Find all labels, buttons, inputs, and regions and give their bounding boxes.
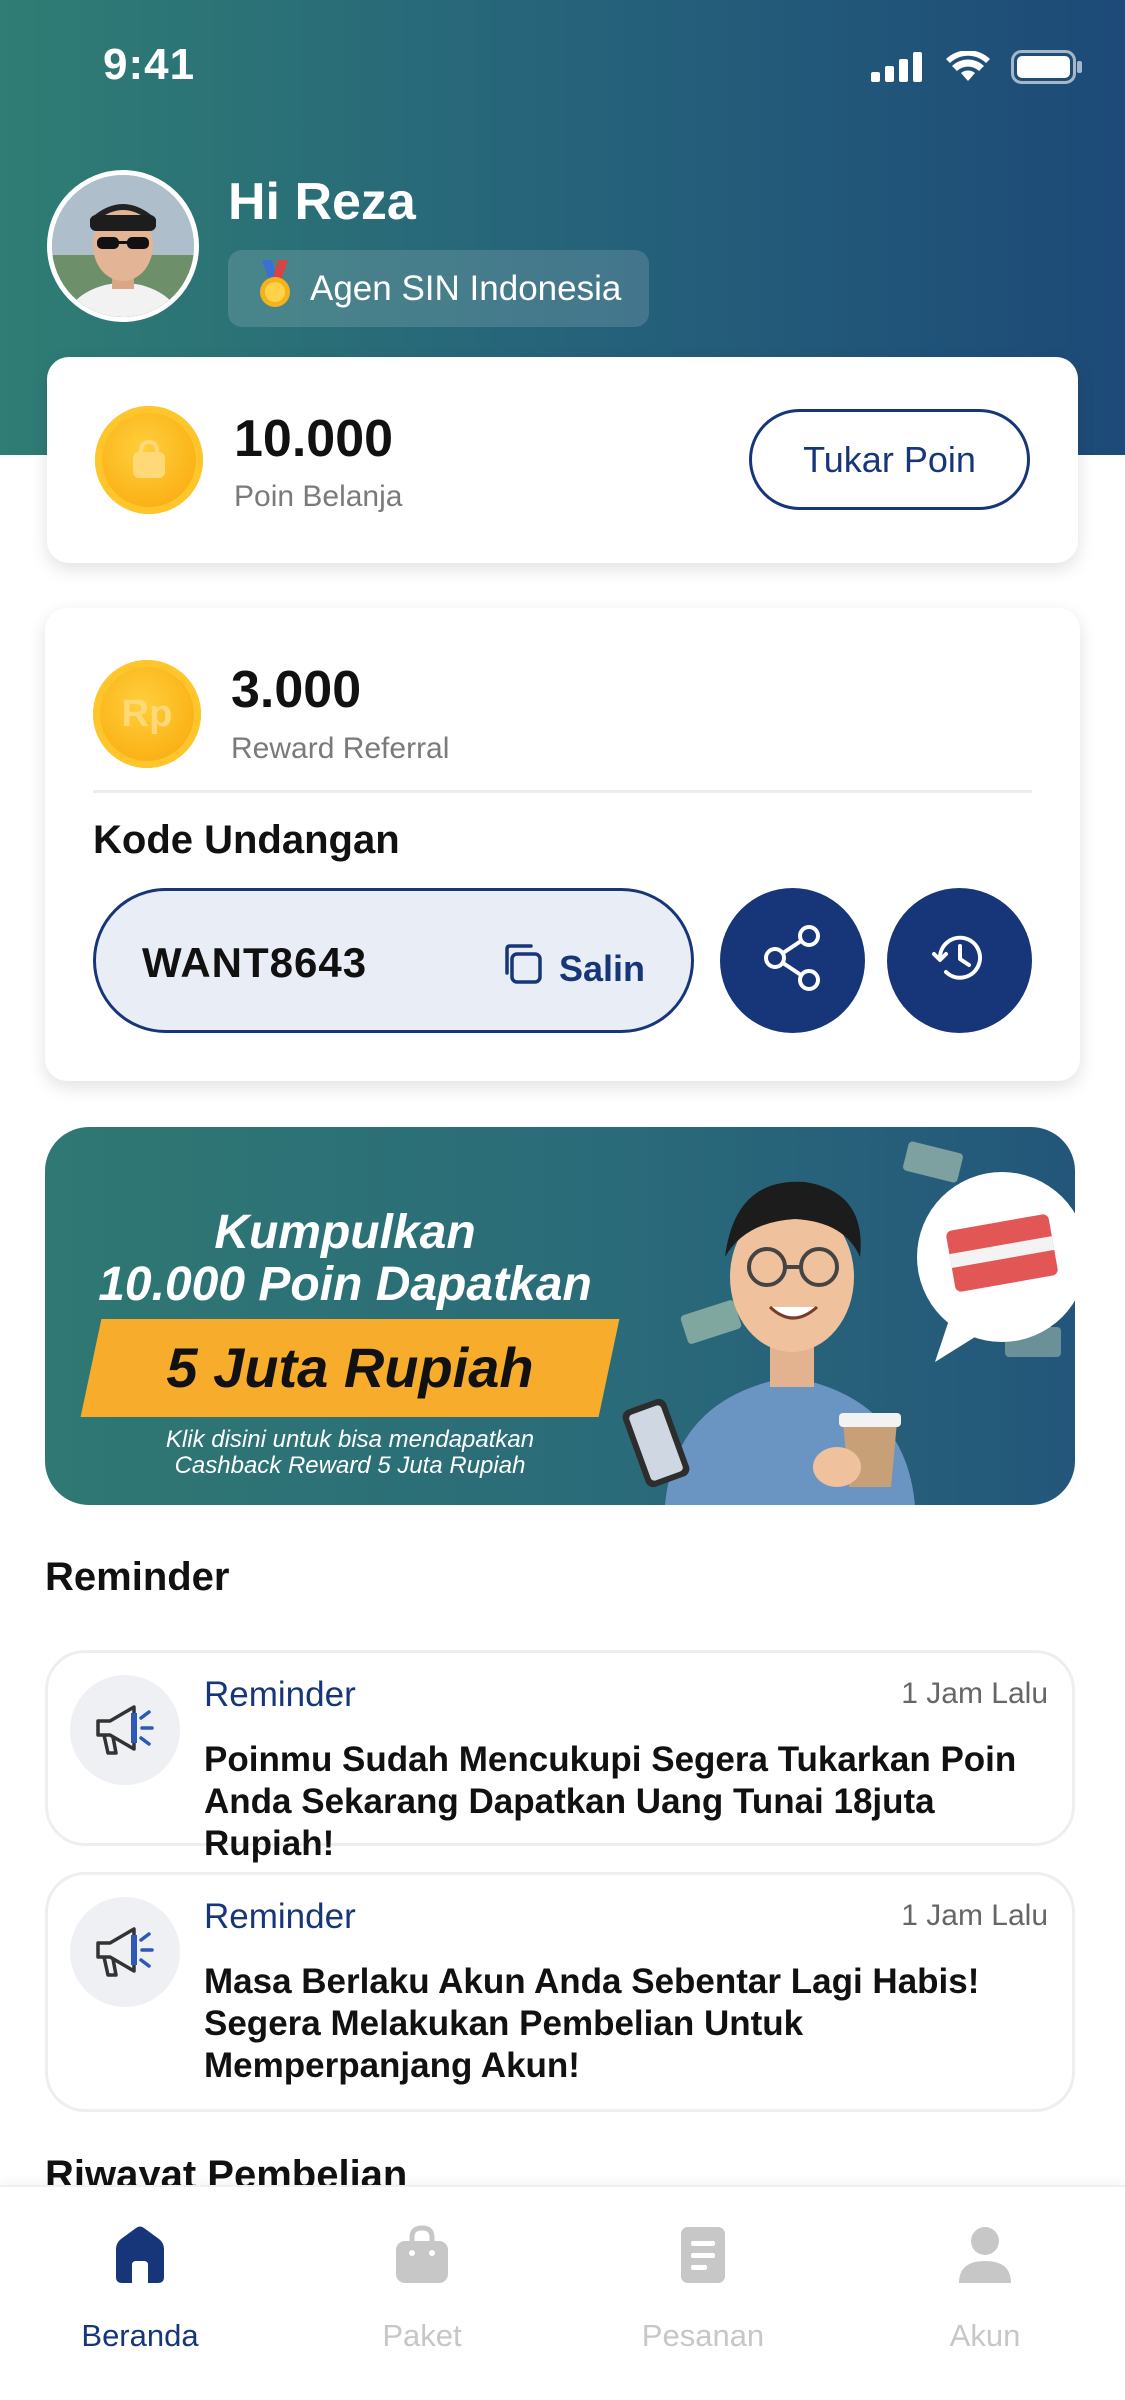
agent-badge-label: Agen SIN Indonesia <box>310 268 622 308</box>
referral-label: Reward Referral <box>231 732 450 765</box>
banner-person-illustration <box>622 1141 1075 1505</box>
reminder-message-line: Segera Melakukan Pembelian Untuk <box>204 2004 804 2043</box>
reminder-message-line: Memperpanjang Akun! <box>204 2046 580 2085</box>
referral-value: 3.000 <box>231 661 362 719</box>
rupiah-coin-icon: Rp <box>93 660 201 768</box>
cellular-signal-icon <box>871 52 925 87</box>
copy-code-label: Salin <box>558 947 645 989</box>
user-icon <box>957 2225 1013 2290</box>
reminder-section-title: Reminder <box>45 1555 230 1599</box>
tab-beranda[interactable]: Beranda <box>40 2225 240 2354</box>
reminder-card[interactable]: Reminder 1 Jam Lalu Poinmu Sudah Mencuku… <box>45 1650 1075 1863</box>
history-icon <box>928 926 992 995</box>
reminder-category: Reminder <box>204 1675 356 1714</box>
tab-label: Pesanan <box>641 2318 765 2353</box>
tab-label: Akun <box>949 2318 1021 2353</box>
home-icon <box>112 2225 168 2290</box>
tab-pesanan[interactable]: Pesanan <box>603 2225 803 2354</box>
referral-card: Rp 3.000 Reward Referral Kode Undangan W… <box>45 608 1080 1081</box>
reminder-message: Poinmu Sudah Mencukupi Segera Tukarkan P… <box>204 1739 1052 1865</box>
tab-label: Paket <box>382 2318 462 2353</box>
shopping-bag-icon <box>394 2225 450 2290</box>
battery-icon <box>1011 50 1083 89</box>
document-icon <box>675 2225 731 2290</box>
coin-bag-icon <box>95 406 203 514</box>
points-value: 10.000 <box>234 410 394 468</box>
status-bar: 9:41 <box>0 0 1125 130</box>
reminder-category: Reminder <box>204 1897 356 1936</box>
divider <box>93 790 1032 793</box>
reminder-message-line: Anda Sekarang Dapatkan Uang Tunai 18juta… <box>204 1782 935 1863</box>
wifi-icon <box>945 50 991 88</box>
points-label: Poin Belanja <box>234 480 403 513</box>
banner-highlight: 5 Juta Rupiah <box>166 1336 534 1399</box>
megaphone-icon <box>70 1897 180 2007</box>
tab-akun[interactable]: Akun <box>885 2225 1085 2354</box>
banner-caption-line-2: Cashback Reward 5 Juta Rupiah <box>174 1452 526 1479</box>
copy-icon <box>499 941 545 996</box>
invite-code-field: WANT8643 Salin <box>93 888 694 1033</box>
bottom-tab-bar: Beranda Paket Pesanan Akun <box>0 2185 1125 2400</box>
exchange-points-button[interactable]: Tukar Poin <box>749 409 1030 510</box>
status-time: 9:41 <box>103 40 196 89</box>
banner-line-1: Kumpulkan <box>214 1206 476 1259</box>
greeting-title: Hi Reza <box>228 173 416 231</box>
medal-icon <box>258 260 292 317</box>
avatar[interactable] <box>47 170 199 322</box>
banner-caption-line-1: Klik disini untuk bisa mendapatkan <box>165 1426 535 1453</box>
rupiah-coin-text: Rp <box>121 692 173 735</box>
megaphone-icon <box>70 1675 180 1785</box>
reminder-message: Masa Berlaku Akun Anda Sebentar Lagi Hab… <box>204 1961 1052 2087</box>
invite-code-title: Kode Undangan <box>93 818 400 862</box>
history-button[interactable] <box>887 888 1032 1033</box>
promo-banner[interactable]: Kumpulkan 10.000 Poin Dapatkan 5 Juta Ru… <box>45 1127 1075 1505</box>
reminder-message-line: Poinmu Sudah Mencukupi Segera Tukarkan P… <box>204 1740 1017 1779</box>
banner-line-2: 10.000 Poin Dapatkan <box>98 1258 592 1311</box>
agent-badge: Agen SIN Indonesia <box>228 250 650 327</box>
reminder-time: 1 Jam Lalu <box>901 1677 1048 1710</box>
status-icons <box>871 50 1083 89</box>
points-card: 10.000 Poin Belanja Tukar Poin <box>47 357 1078 563</box>
reminder-time: 1 Jam Lalu <box>901 1899 1048 1932</box>
reminder-message-line: Masa Berlaku Akun Anda Sebentar Lagi Hab… <box>204 1962 980 2001</box>
share-button[interactable] <box>720 888 865 1033</box>
copy-code-button[interactable]: Salin <box>499 941 645 996</box>
tab-paket[interactable]: Paket <box>322 2225 522 2354</box>
reminder-card[interactable]: Reminder 1 Jam Lalu Masa Berlaku Akun An… <box>45 1872 1075 2112</box>
tab-label: Beranda <box>81 2318 199 2353</box>
banner-caption: Klik disini untuk bisa mendapatkan Cashb… <box>85 1427 615 1479</box>
invite-code-value: WANT8643 <box>142 939 368 986</box>
share-icon <box>761 924 825 997</box>
